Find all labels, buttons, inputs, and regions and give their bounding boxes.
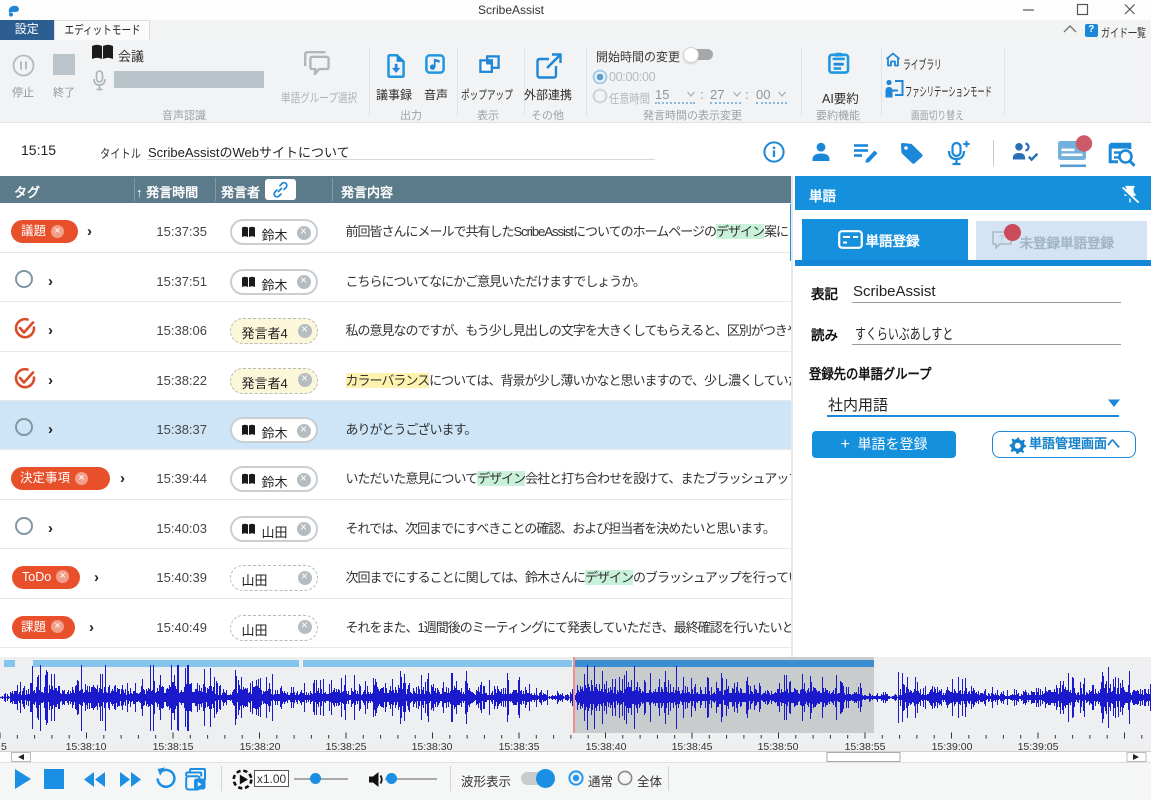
svg-text:?: ?: [999, 233, 1004, 243]
